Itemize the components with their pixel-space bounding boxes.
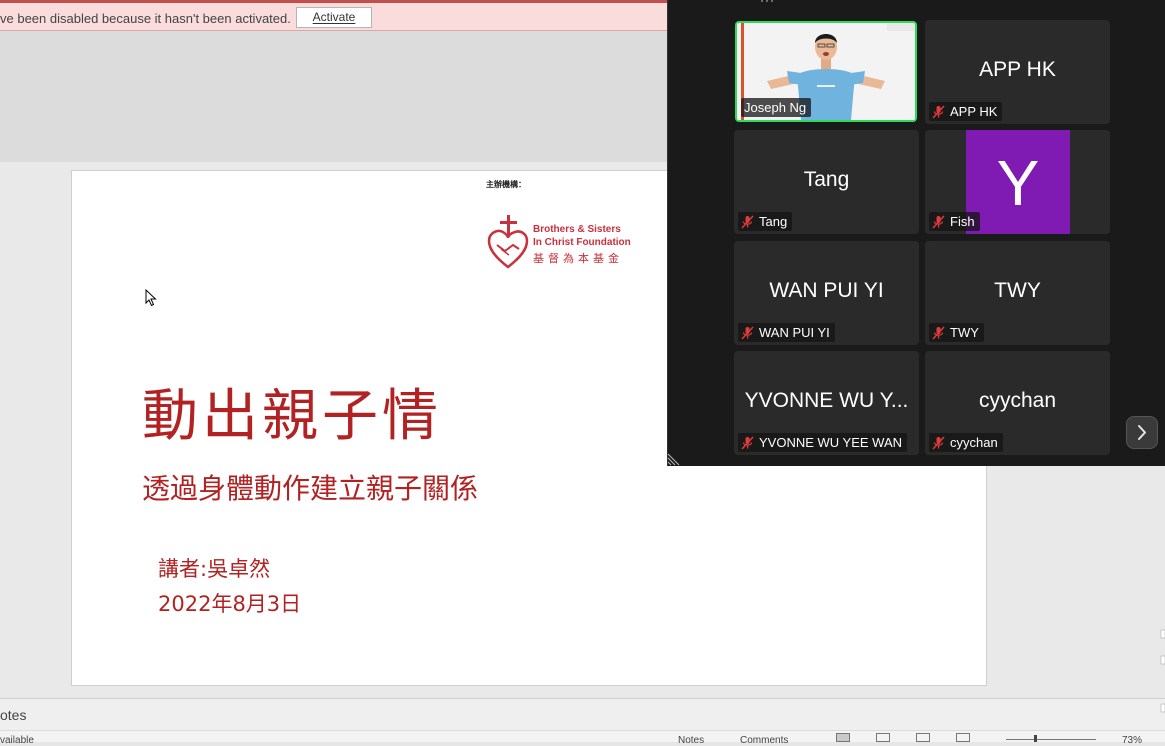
muted-microphone-icon	[932, 326, 945, 339]
next-page-button[interactable]	[1126, 416, 1158, 449]
participant-tile-app-hk[interactable]: APP HK APP HK	[925, 20, 1110, 124]
date-text: 2022年8月3日	[158, 592, 302, 616]
participant-tile-fish[interactable]: Y Fish	[925, 130, 1110, 234]
resize-handle-icon[interactable]	[667, 452, 681, 466]
zoom-slider[interactable]	[1006, 739, 1096, 740]
participant-display-name: YVONNE WU Y...	[744, 389, 909, 412]
muted-microphone-icon	[741, 436, 754, 449]
notes-pane[interactable]: otes	[0, 698, 1165, 730]
participant-tile-wan-pui-yi[interactable]: WAN PUI YI WAN PUI YI	[734, 241, 919, 345]
muted-microphone-icon	[741, 326, 754, 339]
organizer-label: 主辦機構：	[486, 180, 526, 189]
foundation-name-line1: Brothers & Sisters	[533, 224, 621, 235]
participant-display-name: Tang	[803, 168, 850, 191]
scrollbar-markers	[1160, 629, 1165, 713]
notes-placeholder: otes	[0, 707, 27, 723]
speaker-text: 講者:吳卓然	[158, 557, 271, 581]
status-bar: vailable Notes Comments 73%	[0, 730, 1165, 746]
participant-display-name: cyychan	[978, 389, 1057, 412]
participant-name-label: Tang	[738, 212, 793, 231]
participant-tile-joseph-ng[interactable]: Joseph Ng	[735, 21, 917, 122]
participant-name-label: TWY	[929, 323, 984, 342]
slide-subtitle: 透過身體動作建立親子關係	[142, 472, 479, 505]
participant-name-label: WAN PUI YI	[738, 323, 835, 342]
foundation-name-line2: In Christ Foundation	[533, 237, 631, 248]
participant-display-name: TWY	[994, 279, 1041, 302]
participant-name-label: Joseph Ng	[741, 98, 812, 117]
foundation-chinese-name: 基督為本基金	[533, 253, 623, 265]
activate-button[interactable]: Activate	[296, 7, 372, 28]
participant-display-name: WAN PUI YI	[769, 279, 884, 302]
participant-tile-twy[interactable]: TWY TWY	[925, 241, 1110, 345]
activation-message: ve been disabled because it hasn't been …	[0, 11, 291, 26]
participant-avatar: Y	[966, 130, 1070, 234]
more-options-icon[interactable]	[760, 0, 774, 3]
participant-tile-tang[interactable]: Tang Tang	[734, 130, 919, 234]
participant-tile-yvonne-wu-yee-wan[interactable]: YVONNE WU Y... YVONNE WU YEE WAN	[734, 351, 919, 455]
muted-microphone-icon	[932, 105, 945, 118]
participant-tile-cyychan[interactable]: cyychan cyychan	[925, 351, 1110, 455]
slide-title: 動出親子情	[142, 384, 442, 449]
participant-name-label: YVONNE WU YEE WAN	[738, 433, 908, 452]
participant-name-label: cyychan	[929, 433, 1003, 452]
participant-name-label: Fish	[929, 212, 980, 231]
muted-microphone-icon	[932, 436, 945, 449]
mouse-pointer-icon	[145, 289, 157, 307]
participant-name-label: APP HK	[929, 102, 1003, 121]
chevron-right-icon	[1138, 425, 1146, 440]
foundation-name: Brothers & Sisters In Christ Foundation	[533, 223, 631, 249]
muted-microphone-icon	[741, 215, 754, 228]
muted-microphone-icon	[932, 215, 945, 228]
participant-display-name: APP HK	[979, 58, 1056, 81]
